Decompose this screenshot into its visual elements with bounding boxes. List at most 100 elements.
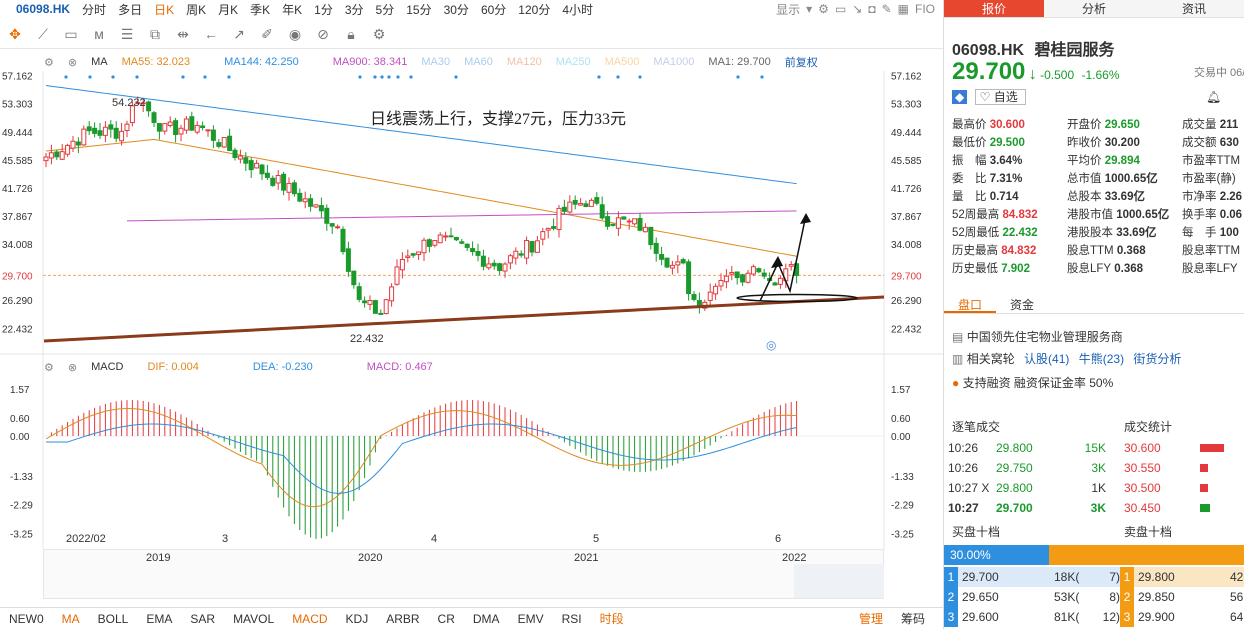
tab-orderbook[interactable]: 盘口 [944,292,997,313]
stock-code[interactable]: 06098.HK [0,2,76,16]
settings-icon[interactable]: ⚙ [368,26,390,43]
chart-area[interactable]: ⚙ ⊗ MA MA55: 32.023 MA144: 42.250 MA900:… [0,48,943,608]
stat-price: 30.600 [1124,441,1161,455]
arrow-icon[interactable]: ↘ [852,2,862,16]
bulls-link[interactable]: 牛熊(23) [1079,352,1124,366]
tab-session[interactable]: 时段 [591,610,633,627]
brush-tool-icon[interactable]: ✐ [256,26,278,43]
period-quarter-k[interactable]: 季K [244,1,276,18]
topbar-right-tools: 显示 ▾ ⚙ ▭ ↘ ◘ ✎ ▦ FIO [776,1,943,18]
rect-tool-icon[interactable]: ▭ [60,26,82,43]
candle-body [723,275,729,283]
quote-key: 市盈率(静) [1182,173,1236,185]
macd-tick: 1.57 [10,385,30,396]
chevron-down-icon: ▾ [806,2,813,16]
period-1m[interactable]: 1分 [308,1,339,18]
arrow-tool-icon[interactable]: ← [200,26,222,42]
period-15m[interactable]: 15分 [400,1,437,18]
quote-key: 成交量 [1182,119,1217,131]
tab-new0[interactable]: NEW0 [0,612,53,626]
channel-tool-icon[interactable]: ☰ [116,26,138,43]
gear-icon[interactable]: ⚙ [44,361,54,374]
tab-news[interactable]: 资讯 [1144,0,1244,17]
event-marker [380,75,384,79]
wave-tool-icon[interactable]: ᴍ [88,26,110,42]
period-3m[interactable]: 3分 [339,1,370,18]
tab-ema[interactable]: EMA [137,612,181,626]
tab-kdj[interactable]: KDJ [337,612,378,626]
tab-sar[interactable]: SAR [181,612,224,626]
candle-body [243,157,249,164]
tab-dma[interactable]: DMA [464,612,509,626]
pencil-icon[interactable]: ✎ [882,2,892,16]
watchlist-button[interactable]: ♡ 自选 [974,89,1027,105]
close-icon[interactable]: ⊗ [68,361,77,374]
quote-key: 股息率LFY [1182,263,1238,275]
period-day-k[interactable]: 日K [148,1,180,18]
ask-price[interactable]: 29.900 [1134,607,1230,627]
candle-body [470,248,476,253]
line-tool-icon[interactable]: ⟋ [32,26,54,43]
fio-button[interactable]: FIO [915,2,935,16]
overview-navigator[interactable]: 2019 2020 2021 2022 [43,549,884,599]
period-4h[interactable]: 4小时 [556,1,599,18]
macd-tick: 1.57 [891,385,911,396]
stock-name: 碧桂园服务 [1034,42,1115,59]
gear-icon[interactable]: ⚙ [818,2,829,16]
tab-quote[interactable]: 报价 [944,0,1044,17]
order-row: 3 29.600 81K( 12) 3 29.900 64 [944,607,1244,627]
tab-rsi[interactable]: RSI [553,612,591,626]
macd-label[interactable]: MACD [91,361,123,373]
period-30m[interactable]: 30分 [438,1,475,18]
tab-capital[interactable]: 资金 [996,292,1048,313]
grid-icon[interactable]: ▦ [898,2,909,16]
year-label: 2021 [574,552,599,564]
display-button[interactable]: 显示 [776,1,800,18]
tab-emv[interactable]: EMV [509,612,553,626]
target-icon: ◎ [766,338,776,352]
bid-price[interactable]: 29.600 [958,607,1054,627]
period-year-k[interactable]: 年K [276,1,308,18]
redo-tool-icon[interactable]: ↗ [228,26,250,43]
candle-body [65,144,71,155]
measure-tool-icon[interactable]: ⇹ [172,26,194,43]
period-60m[interactable]: 60分 [475,1,512,18]
period-week-k[interactable]: 周K [180,1,212,18]
tab-macd[interactable]: MACD [283,612,336,626]
tab-arbr[interactable]: ARBR [377,612,428,626]
quote-key: 股息率TTM [1182,245,1241,257]
window-icon[interactable]: ▭ [835,2,846,16]
tab-ma[interactable]: MA [53,612,89,626]
period-month-k[interactable]: 月K [212,1,244,18]
macd-tick: -2.29 [10,501,33,512]
bid-price[interactable]: 29.700 [958,567,1054,587]
period-120m[interactable]: 120分 [512,1,556,18]
candle-body [524,239,530,259]
hide-icon[interactable]: ⊘ [312,26,334,43]
tag-icon[interactable]: ◆ [952,90,968,104]
candle-body [734,271,740,279]
street-link[interactable]: 街货分析 [1133,352,1181,366]
tab-cr[interactable]: CR [429,612,464,626]
period-1min-ts[interactable]: 分时 [76,1,112,18]
manage-button[interactable]: 管理 [850,610,892,627]
navigator-window[interactable] [794,564,884,598]
warrants-link[interactable]: 认股(41) [1024,352,1069,366]
period-5m[interactable]: 5分 [370,1,401,18]
move-icon[interactable]: ✥ [4,26,26,43]
last-price: 29.700 [952,58,1026,85]
fib-tool-icon[interactable]: ⧉ [144,26,166,43]
eye-icon[interactable]: ◉ [284,26,306,43]
camera-icon[interactable]: ◘ [868,2,875,16]
ask-price[interactable]: 29.800 [1134,567,1230,587]
lock-icon[interactable]: 🔒︎ [340,26,362,43]
bid-price[interactable]: 29.650 [958,587,1054,607]
period-multi-day[interactable]: 多日 [112,1,148,18]
tab-analysis[interactable]: 分析 [1044,0,1144,17]
tab-boll[interactable]: BOLL [89,612,138,626]
order-book: 1 29.700 18K( 7) 1 29.800 42 2 29.650 53… [944,567,1244,627]
ask-price[interactable]: 29.850 [1134,587,1230,607]
tab-mavol[interactable]: MAVOL [224,612,283,626]
bell-icon[interactable]: 🔔︎ [1206,90,1221,104]
chips-button[interactable]: 筹码 [892,610,934,627]
